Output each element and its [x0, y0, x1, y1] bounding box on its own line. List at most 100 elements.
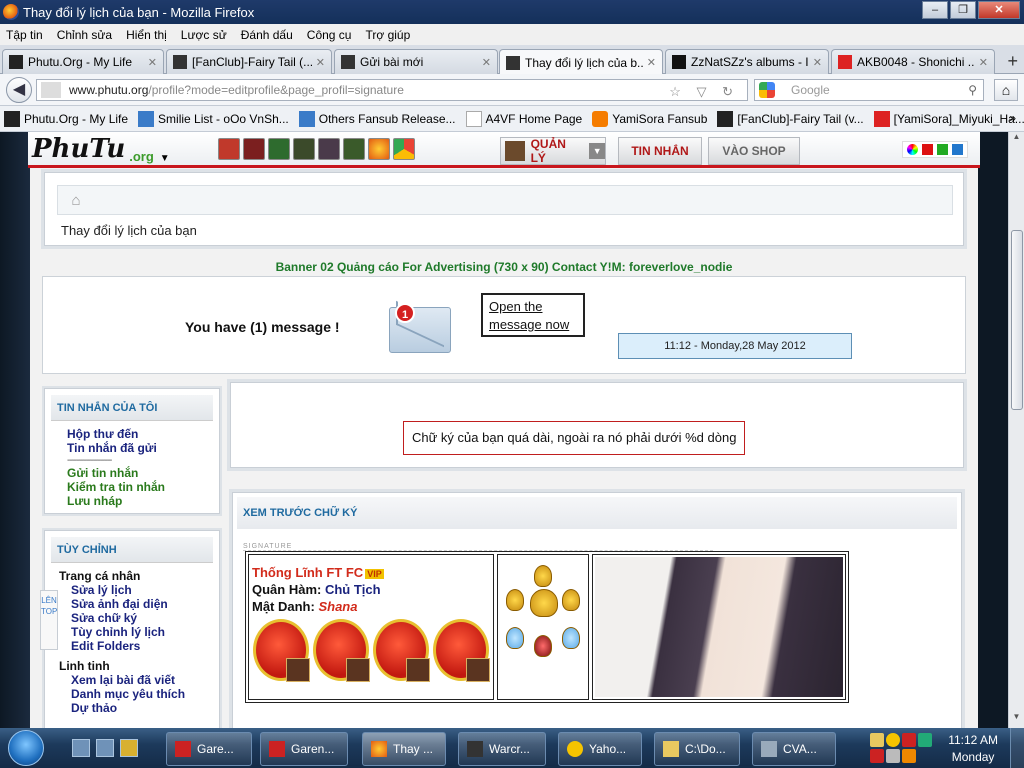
window-title-bar[interactable]: Thay đổi lý lịch của bạn - Mozilla Firef…	[0, 0, 1024, 24]
tray-icon[interactable]	[902, 733, 916, 747]
tab-youtube[interactable]: AKB0048 - Shonichi ... ✕	[831, 49, 995, 74]
taskbar-warcraft[interactable]: Warcr...	[458, 732, 546, 766]
taskbar-yahoo[interactable]: Yaho...	[558, 732, 642, 766]
bookmark-item[interactable]: A4VF Home Page	[465, 110, 582, 127]
minimize-button[interactable]: ‒	[922, 1, 948, 19]
menu-bookmarks[interactable]: Đánh dấu	[241, 28, 293, 42]
taskbar-garena-2[interactable]: Garen...	[260, 732, 348, 766]
taskbar-firefox[interactable]: Thay ...	[362, 732, 446, 766]
scroll-down-icon[interactable]: ▼	[1009, 712, 1024, 728]
tray-icon[interactable]	[918, 733, 932, 747]
messages-button[interactable]: TIN NHẮN	[618, 137, 702, 165]
open-message-link[interactable]: Open the message now	[481, 293, 585, 337]
theme-red-swatch[interactable]	[922, 144, 933, 155]
show-desktop-button[interactable]	[1010, 728, 1024, 768]
tab-phutu[interactable]: Phutu.Org - My Life ✕	[2, 49, 164, 74]
menu-view[interactable]: Hiển thị	[126, 28, 167, 42]
search-go-icon[interactable]: ⚲	[968, 83, 977, 97]
edit-avatar-link[interactable]: Sửa ảnh đại diện	[71, 597, 219, 611]
bookmark-item[interactable]: YamiSora Fansub	[592, 110, 707, 127]
vertical-scrollbar[interactable]: ▲ ▼	[1008, 132, 1024, 728]
shop-button[interactable]: VÀO SHOP	[708, 137, 800, 165]
edit-signature-link[interactable]: Sửa chữ ký	[71, 611, 219, 625]
clock[interactable]: 11:12 AM Monday	[948, 732, 998, 766]
tab-new-post[interactable]: Gửi bài mới ✕	[334, 49, 498, 74]
scroll-thumb[interactable]	[1011, 230, 1023, 410]
bookmark-star-icon[interactable]: ☆ ▽ ↻	[669, 84, 739, 100]
taskbar-garena-1[interactable]: Gare...	[166, 732, 252, 766]
close-window-button[interactable]: ✕	[978, 1, 1020, 19]
home-icon[interactable]: ⌂	[66, 192, 86, 210]
bookmark-item[interactable]: [FanClub]-Fairy Tail (v...	[717, 110, 864, 127]
search-input[interactable]: Google ⚲	[754, 79, 984, 101]
show-desktop-icon[interactable]	[72, 739, 90, 757]
game-icon[interactable]	[268, 138, 290, 160]
edit-profile-link[interactable]: Sửa lý lịch	[71, 583, 219, 597]
admin-menu-button[interactable]: QUẢN LÝ ▼	[500, 137, 606, 165]
home-button[interactable]: ⌂	[994, 79, 1018, 101]
theme-green-swatch[interactable]	[937, 144, 948, 155]
game-icon[interactable]	[218, 138, 240, 160]
menu-help[interactable]: Trợ giúp	[365, 28, 410, 42]
game-icon[interactable]	[243, 138, 265, 160]
save-icon[interactable]	[96, 739, 114, 757]
bookmarks-overflow-icon[interactable]: »	[1009, 111, 1016, 125]
tab-close-icon[interactable]: ✕	[647, 56, 656, 69]
color-wheel-icon[interactable]	[907, 144, 918, 155]
game-icon[interactable]	[343, 138, 365, 160]
google-engine-icon[interactable]	[759, 82, 775, 98]
url-bar[interactable]: www.phutu.org /profile?mode=editprofile&…	[36, 79, 748, 101]
tab-close-icon[interactable]: ✕	[813, 56, 822, 69]
tray-icon[interactable]	[886, 733, 900, 747]
site-logo[interactable]: PhuTu .org ▼	[32, 134, 170, 164]
check-messages-link[interactable]: Kiểm tra tin nhắn	[67, 480, 219, 494]
menu-tools[interactable]: Công cụ	[307, 28, 352, 42]
game-icon[interactable]	[318, 138, 340, 160]
drafts-link[interactable]: Lưu nháp	[67, 494, 219, 508]
back-to-top-button[interactable]: LÊN TOP	[40, 590, 58, 650]
volume-icon[interactable]	[886, 749, 900, 763]
bookmark-item[interactable]: Others Fansub Release...	[298, 110, 456, 127]
send-message-link[interactable]: Gửi tin nhắn	[67, 466, 219, 480]
edit-folders-link[interactable]: Edit Folders	[71, 639, 219, 653]
firefox-icon[interactable]	[368, 138, 390, 160]
menu-edit[interactable]: Chỉnh sửa	[57, 28, 112, 42]
menu-history[interactable]: Lược sử	[181, 28, 227, 42]
sent-link[interactable]: Tin nhắn đã gửi	[67, 441, 219, 455]
bookmark-item[interactable]: [YamiSora]_Miyuki_Ha...	[873, 110, 1024, 127]
bookmark-item[interactable]: Phutu.Org - My Life	[4, 110, 128, 127]
new-tab-button[interactable]: +	[1007, 51, 1018, 72]
tab-close-icon[interactable]: ✕	[316, 56, 325, 69]
drafts-list-link[interactable]: Dự thảo	[71, 701, 219, 715]
view-posts-link[interactable]: Xem lại bài đã viết	[71, 673, 219, 687]
back-button[interactable]: ◀	[6, 77, 32, 103]
inbox-link[interactable]: Hộp thư đến	[67, 427, 219, 441]
game-icon[interactable]	[293, 138, 315, 160]
maximize-button[interactable]: ❐	[950, 1, 976, 19]
scroll-up-icon[interactable]: ▲	[1009, 132, 1024, 148]
tab-edit-profile[interactable]: Thay đổi lý lịch của b... ✕	[499, 49, 663, 75]
menu-file[interactable]: Tập tin	[6, 28, 43, 42]
start-button[interactable]	[8, 730, 44, 766]
tab-albums[interactable]: ZzNatSZz's albums - I... ✕	[665, 49, 829, 74]
logo-dropdown-icon[interactable]: ▼	[160, 153, 170, 164]
game-icons	[218, 138, 415, 160]
tab-close-icon[interactable]: ✕	[148, 56, 157, 69]
tray-icon[interactable]	[870, 749, 884, 763]
taskbar-cva[interactable]: CVA...	[752, 732, 836, 766]
tab-close-icon[interactable]: ✕	[482, 56, 491, 69]
chevron-down-icon[interactable]: ▼	[589, 143, 605, 159]
chrome-icon[interactable]	[393, 138, 415, 160]
bookmark-item[interactable]: Smilie List - oOo VnSh...	[138, 110, 289, 127]
favorites-link[interactable]: Danh mục yêu thích	[71, 687, 219, 701]
tray-icon[interactable]	[902, 749, 916, 763]
site-identity-icon[interactable]	[41, 82, 61, 98]
theme-blue-swatch[interactable]	[952, 144, 963, 155]
customize-profile-link[interactable]: Tùy chỉnh lý lịch	[71, 625, 219, 639]
ad-banner-text[interactable]: Banner 02 Quảng cáo For Advertising (730…	[0, 260, 1008, 274]
tab-fairytail[interactable]: [FanClub]-Fairy Tail (... ✕	[166, 49, 332, 74]
tab-close-icon[interactable]: ✕	[979, 56, 988, 69]
media-icon[interactable]	[120, 739, 138, 757]
tray-icon[interactable]	[870, 733, 884, 747]
taskbar-explorer[interactable]: C:\Do...	[654, 732, 740, 766]
